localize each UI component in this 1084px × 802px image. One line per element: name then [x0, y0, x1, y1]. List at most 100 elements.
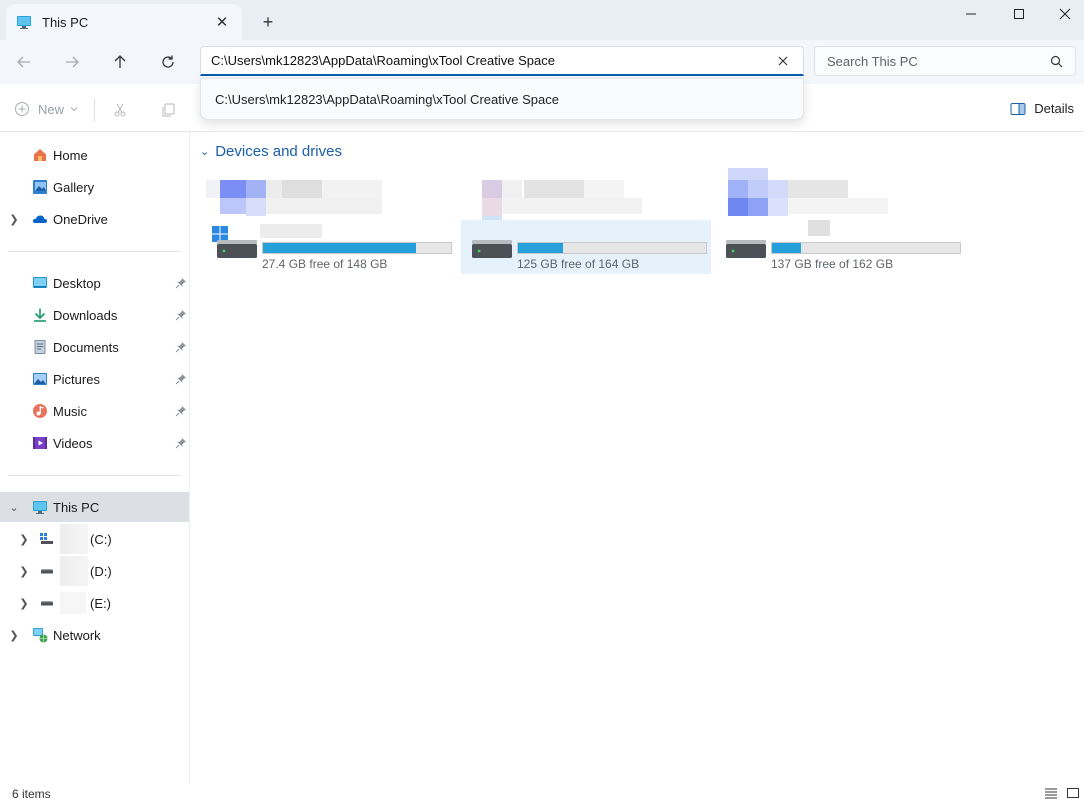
maximize-icon: [1014, 9, 1024, 19]
arrow-left-icon: [17, 56, 30, 68]
minimize-button[interactable]: [948, 0, 994, 28]
sidebar-item-drive-e[interactable]: ❯ (E:): [0, 588, 189, 618]
plus-circle-icon: [15, 102, 29, 116]
command-separator: [94, 98, 95, 122]
sidebar-item-this-pc[interactable]: ⌄ This PC: [0, 492, 189, 522]
redacted-drive-name: [60, 556, 88, 586]
details-view-icon[interactable]: [1044, 787, 1058, 799]
cut-button[interactable]: [110, 100, 130, 120]
sidebar-item-onedrive[interactable]: ❯ OneDrive: [0, 204, 189, 234]
maximize-button[interactable]: [996, 0, 1042, 28]
redacted-drive-label: [462, 168, 652, 238]
sidebar-item-label: This PC: [53, 499, 100, 515]
drive-tile-e[interactable]: 137 GB free of 162 GB: [715, 220, 965, 274]
drive-icon: [41, 569, 53, 574]
search-box[interactable]: Search This PC: [814, 46, 1076, 76]
copy-button[interactable]: [158, 100, 178, 120]
chevron-right-icon[interactable]: ❯: [8, 629, 20, 642]
hard-drive-icon: [726, 240, 766, 258]
suggestion-text: C:\Users\mk12823\AppData\Roaming\xTool C…: [215, 91, 559, 107]
address-suggestion-item[interactable]: C:\Users\mk12823\AppData\Roaming\xTool C…: [200, 78, 804, 120]
sidebar-item-downloads[interactable]: Downloads: [0, 300, 189, 330]
sidebar-item-gallery[interactable]: Gallery: [0, 172, 189, 202]
copy-icon: [162, 103, 175, 117]
gallery-icon: [33, 180, 47, 194]
sidebar-item-label: Pictures: [53, 371, 100, 387]
sidebar-item-label: (E:): [90, 595, 111, 611]
sidebar-divider: [8, 251, 180, 252]
up-button[interactable]: [104, 48, 136, 76]
sidebar-item-documents[interactable]: Documents: [0, 332, 189, 362]
desktop-icon: [33, 277, 47, 288]
sidebar-item-music[interactable]: Music: [0, 396, 189, 426]
chevron-right-icon[interactable]: ❯: [8, 213, 20, 226]
details-label: Details: [1034, 101, 1074, 116]
chevron-right-icon[interactable]: ❯: [18, 533, 30, 546]
navigation-pane: Home Gallery ❯ OneDrive Desktop Download…: [0, 132, 190, 784]
chevron-down-icon[interactable]: ⌄: [8, 501, 20, 514]
drive-tile-c[interactable]: 27.4 GB free of 148 GB: [206, 220, 456, 274]
title-bar: This PC ✕ +: [0, 0, 1084, 40]
windows-drive-icon: [40, 533, 53, 544]
sidebar-item-label: Videos: [53, 435, 93, 451]
hard-drive-icon: [472, 240, 512, 258]
tiles-view-icon[interactable]: [1066, 787, 1080, 799]
drive-free-space-text: 125 GB free of 164 GB: [517, 257, 640, 271]
forward-button[interactable]: [56, 48, 88, 76]
drive-free-space-text: 137 GB free of 162 GB: [771, 257, 894, 271]
redacted-drive-label: [206, 168, 386, 238]
music-icon: [33, 404, 47, 418]
sidebar-item-label: Music: [53, 403, 87, 419]
back-button[interactable]: [8, 48, 40, 76]
close-window-button[interactable]: [1042, 0, 1084, 28]
address-input[interactable]: C:\Users\mk12823\AppData\Roaming\xTool C…: [211, 53, 773, 68]
details-button[interactable]: Details: [1010, 101, 1074, 116]
this-pc-icon: [17, 16, 31, 29]
close-icon: [1059, 8, 1071, 20]
sidebar-item-videos[interactable]: Videos: [0, 428, 189, 458]
file-explorer-window: This PC ✕ + C:\Users\mk12823\AppData\Roa…: [0, 0, 1084, 802]
item-count: 6 items: [12, 787, 51, 801]
sidebar-item-home[interactable]: Home: [0, 140, 189, 170]
close-tab-button[interactable]: ✕: [212, 12, 232, 32]
refresh-icon: [162, 55, 174, 68]
sidebar-item-drive-c[interactable]: ❯ (C:): [0, 524, 189, 554]
drive-icon: [41, 601, 53, 606]
chevron-right-icon[interactable]: ❯: [18, 565, 30, 578]
sidebar-item-pictures[interactable]: Pictures: [0, 364, 189, 394]
pin-icon[interactable]: [175, 405, 187, 417]
sidebar-item-drive-d[interactable]: ❯ (D:): [0, 556, 189, 586]
pin-icon[interactable]: [175, 277, 187, 289]
network-icon: [33, 628, 48, 643]
pictures-icon: [33, 373, 47, 385]
details-pane-icon: [1010, 102, 1026, 115]
close-icon: [778, 56, 788, 65]
new-label: New: [38, 101, 65, 117]
tab-this-pc[interactable]: This PC ✕: [6, 4, 242, 40]
sidebar-item-desktop[interactable]: Desktop: [0, 268, 189, 298]
arrow-right-icon: [66, 56, 79, 68]
pin-icon[interactable]: [175, 373, 187, 385]
chevron-right-icon[interactable]: ❯: [18, 597, 30, 610]
sidebar-item-network[interactable]: ❯ Network: [0, 620, 189, 650]
sidebar-divider: [8, 475, 180, 476]
sidebar-item-label: OneDrive: [53, 211, 108, 227]
chevron-down-icon: [70, 107, 78, 112]
redacted-drive-name: [60, 524, 88, 554]
downloads-icon: [34, 308, 46, 322]
this-pc-icon: [33, 501, 47, 514]
new-tab-button[interactable]: +: [256, 10, 280, 34]
pin-icon[interactable]: [175, 309, 187, 321]
chevron-down-icon[interactable]: ⌄: [200, 145, 209, 158]
pin-icon[interactable]: [175, 341, 187, 353]
documents-icon: [34, 340, 46, 354]
clear-address-button[interactable]: [773, 51, 793, 71]
pin-icon[interactable]: [175, 437, 187, 449]
drive-tile-d[interactable]: 125 GB free of 164 GB: [461, 220, 711, 274]
onedrive-icon: [32, 215, 48, 223]
refresh-button[interactable]: [152, 48, 184, 76]
group-header-devices[interactable]: ⌄ Devices and drives: [200, 143, 342, 160]
new-button[interactable]: New: [14, 101, 78, 117]
address-bar[interactable]: C:\Users\mk12823\AppData\Roaming\xTool C…: [200, 46, 804, 76]
search-input[interactable]: Search This PC: [827, 54, 1050, 69]
